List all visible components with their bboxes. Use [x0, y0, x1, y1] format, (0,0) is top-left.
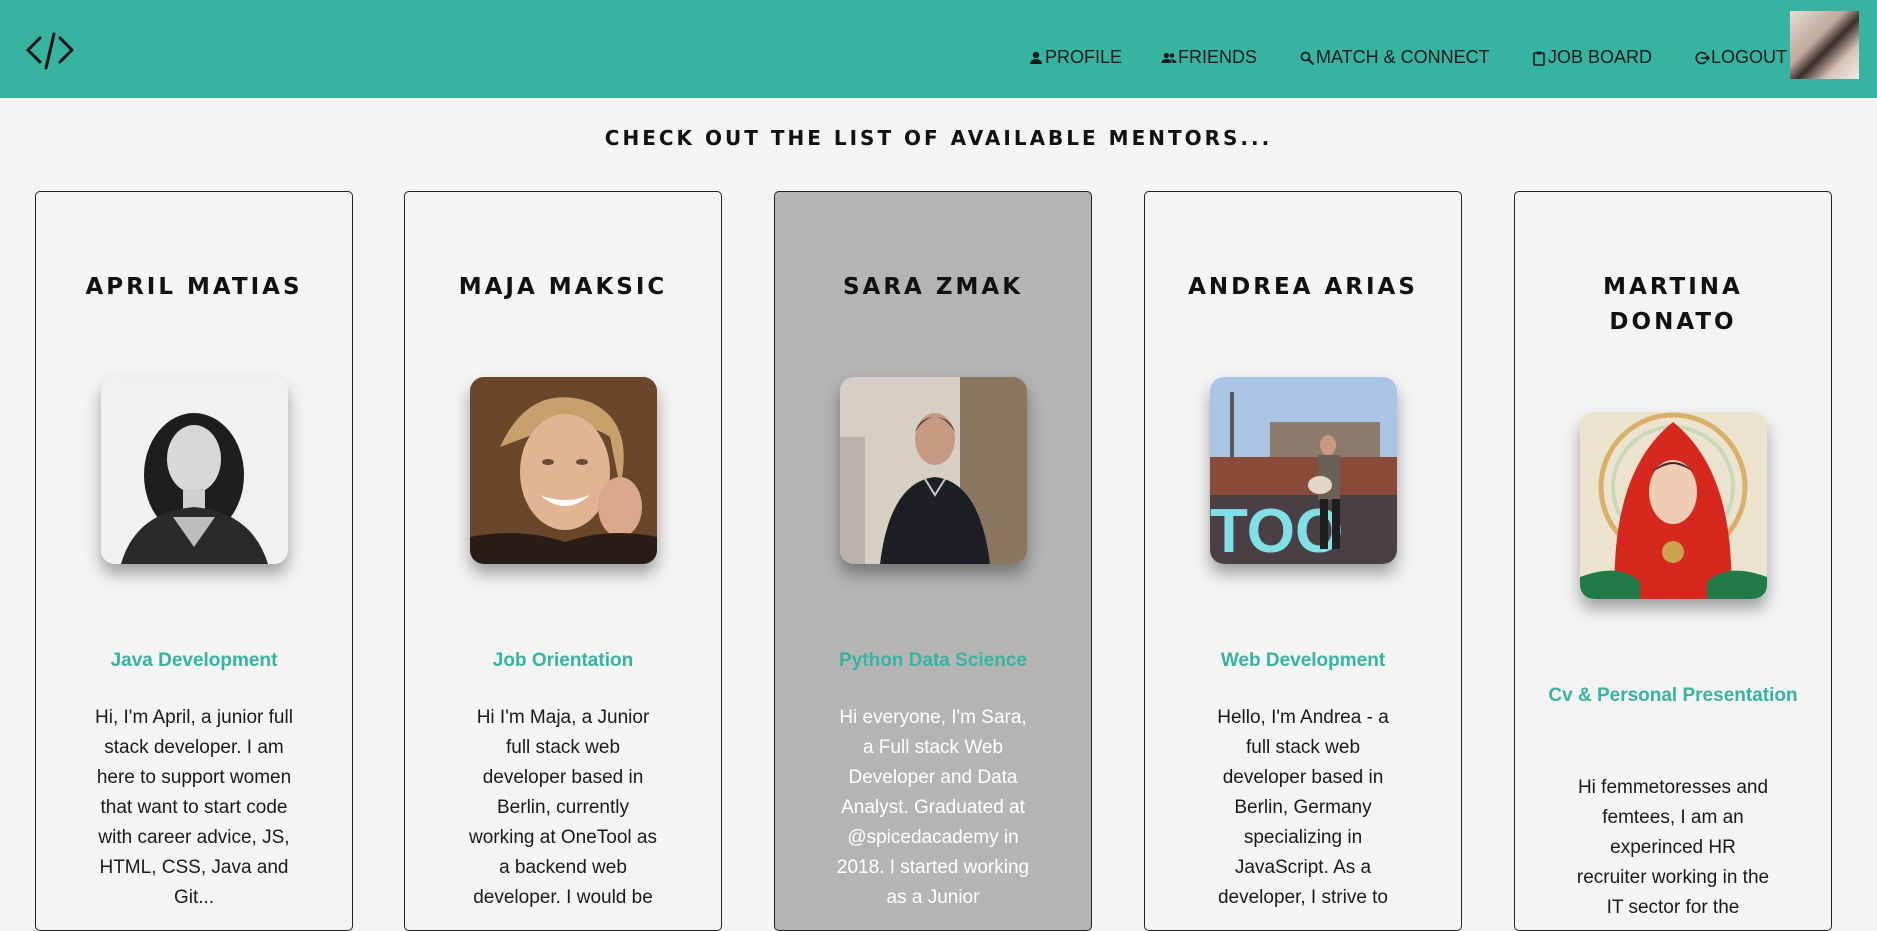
mentor-card[interactable]: ANDREA ARIAS TOO Web Development Hello, … — [1144, 191, 1462, 931]
mentor-photo: TOO — [1210, 377, 1397, 564]
nav-match-connect-label: MATCH & CONNECT — [1316, 47, 1490, 67]
person-icon — [1028, 50, 1044, 66]
nav-friends[interactable]: FRIENDS — [1161, 47, 1257, 68]
code-logo-icon[interactable] — [24, 28, 76, 72]
page-title: CHECK OUT THE LIST OF AVAILABLE MENTORS.… — [604, 126, 1273, 150]
logout-icon — [1694, 50, 1710, 66]
mentor-card[interactable]: MARTINA DONATO Cv & Personal Presentatio… — [1514, 191, 1832, 931]
mentor-name: APRIL MATIAS — [85, 274, 303, 300]
top-navbar: PROFILE FRIENDS MATCH & CONNECT JOB BOAR… — [0, 0, 1877, 98]
search-icon — [1299, 50, 1315, 66]
mentor-bio: Hi femmetoresses and femtees, I am an ex… — [1576, 777, 1770, 918]
mentor-topic: Web Development — [1220, 650, 1386, 671]
mentor-photo — [470, 377, 657, 564]
mentor-topic: Python Data Science — [839, 650, 1027, 671]
mentor-bio: Hi everyone, I'm Sara, a Full stack Web … — [836, 707, 1030, 908]
nav-job-board-label: JOB BOARD — [1548, 47, 1653, 67]
mentor-photo — [840, 377, 1027, 564]
nav-job-board[interactable]: JOB BOARD — [1531, 47, 1652, 68]
mentor-name: MARTINA DONATO — [1603, 274, 1743, 335]
clipboard-icon — [1531, 50, 1547, 66]
nav-match-connect[interactable]: MATCH & CONNECT — [1299, 47, 1490, 68]
mentor-card[interactable]: MAJA MAKSIC Job Orientation Hi I'm Maja,… — [404, 191, 722, 931]
nav-profile[interactable]: PROFILE — [1028, 47, 1122, 68]
mentor-bio: Hi, I'm April, a junior full stack devel… — [95, 707, 293, 908]
user-avatar[interactable] — [1790, 11, 1859, 79]
mentor-topic: Cv & Personal Presentation — [1548, 685, 1798, 706]
nav-profile-label: PROFILE — [1045, 47, 1123, 67]
mentor-bio: Hello, I'm Andrea - a full stack web dev… — [1217, 707, 1389, 908]
mentor-card[interactable]: SARA ZMAK Python Data Science Hi everyon… — [774, 191, 1092, 931]
mentor-bio: Hi I'm Maja, a Junior full stack web dev… — [469, 707, 657, 908]
mentor-name: MAJA MAKSIC — [458, 274, 668, 300]
mentor-topic: Java Development — [110, 650, 278, 671]
mentor-name: ANDREA ARIAS — [1188, 274, 1418, 300]
mentor-topic: Job Orientation — [492, 650, 634, 671]
nav-friends-label: FRIENDS — [1178, 47, 1258, 67]
people-icon — [1161, 50, 1177, 66]
nav-logout-label: LOGOUT — [1711, 47, 1788, 67]
mentor-card[interactable]: APRIL MATIAS Java Development Hi, I'm Ap… — [35, 191, 353, 931]
mentor-photo — [1580, 412, 1767, 599]
nav-logout[interactable]: LOGOUT — [1694, 47, 1787, 68]
mentor-name: SARA ZMAK — [842, 274, 1024, 300]
mentor-photo — [101, 377, 288, 564]
